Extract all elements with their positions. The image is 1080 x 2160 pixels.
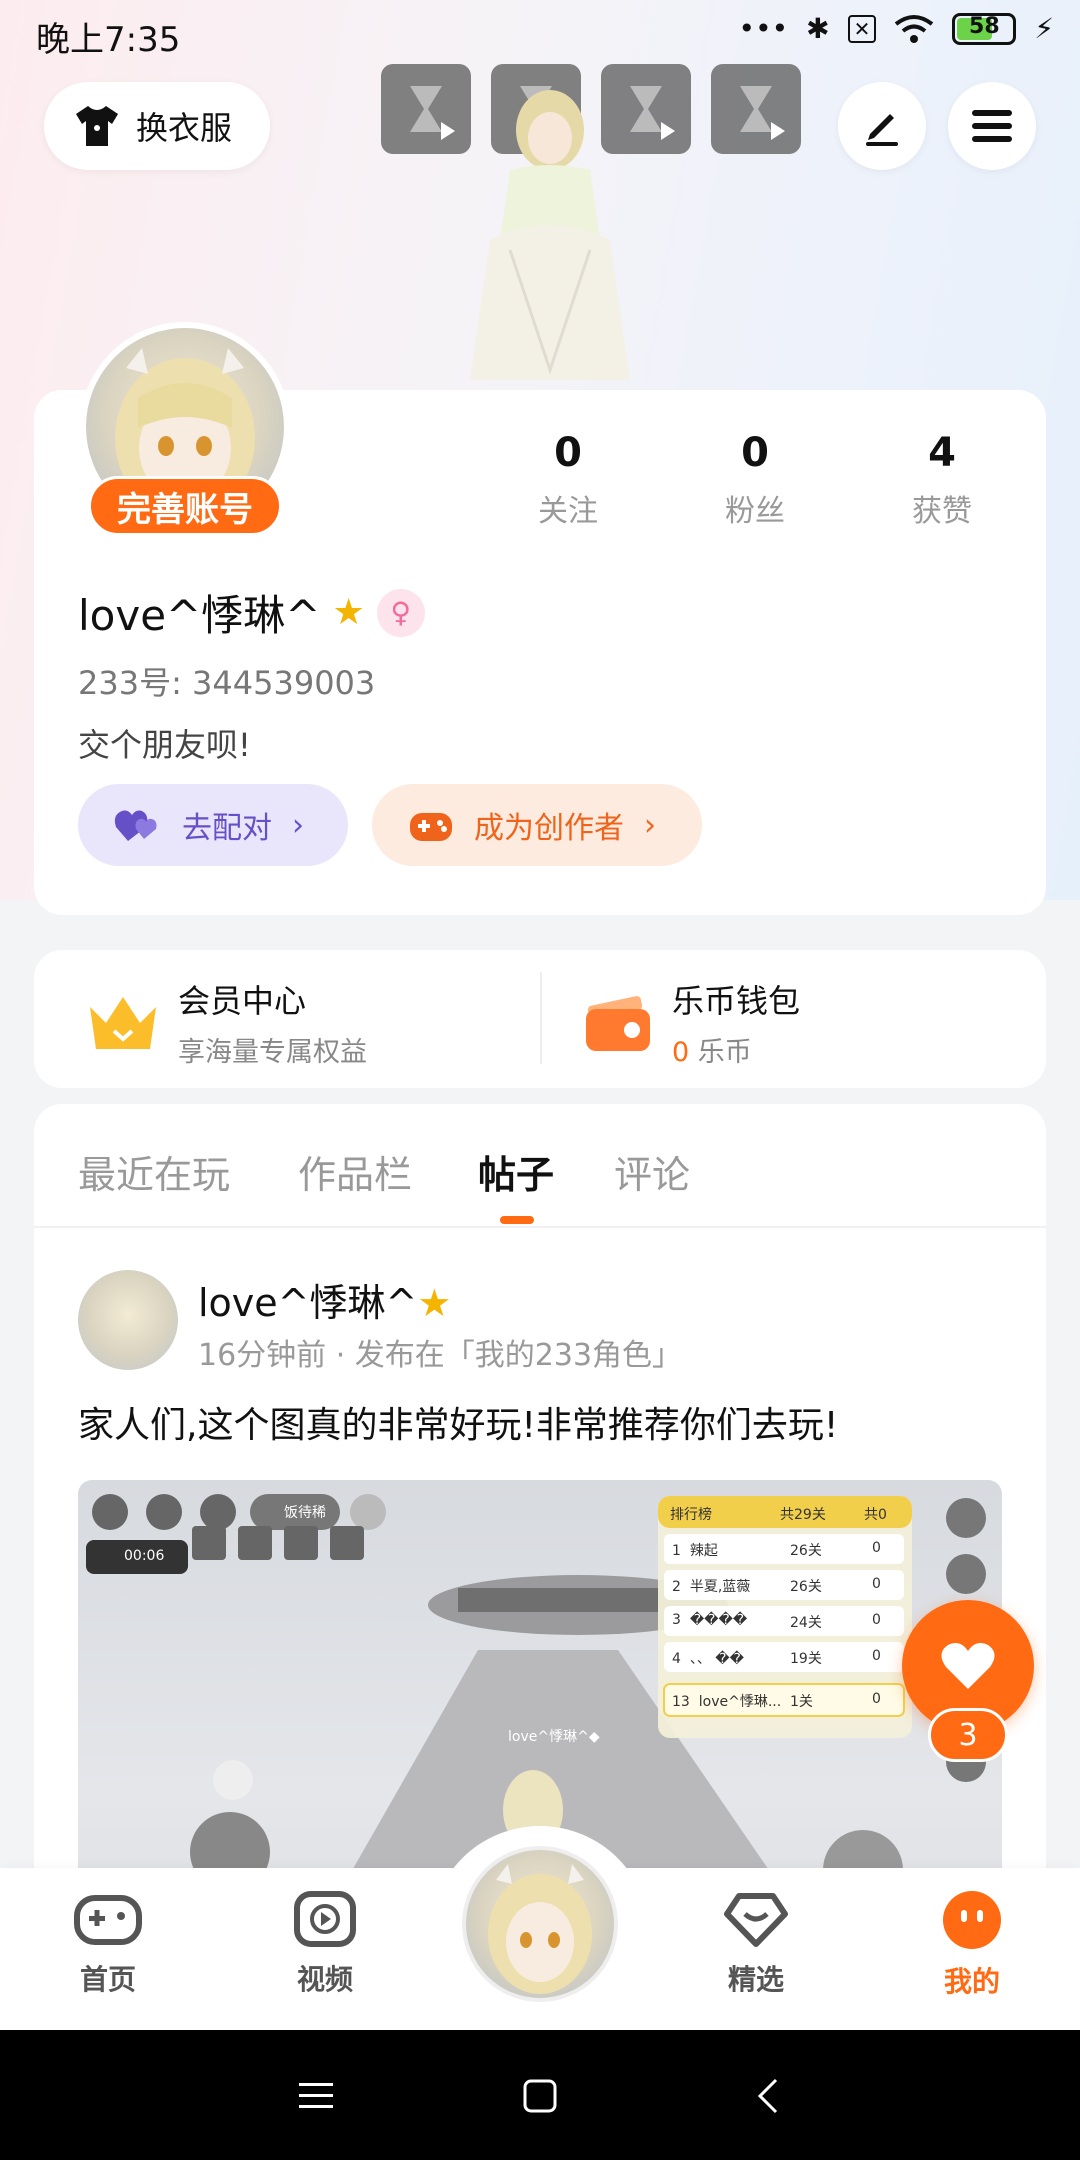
vip-wallet-card: 会员中心 享海量专属权益 乐币钱包 0 乐币 [34, 950, 1046, 1088]
post-meta: 16分钟前 · 发布在「我的233角色」 [198, 1338, 683, 1373]
edit-profile-button[interactable] [838, 82, 926, 170]
square-icon [523, 2079, 557, 2113]
gamepad-icon [74, 1895, 142, 1945]
smiley-face-icon [943, 1891, 1001, 1949]
post-author-avatar[interactable] [78, 1270, 178, 1370]
crown-icon [90, 996, 156, 1049]
change-outfit-button[interactable]: 换衣服 [44, 82, 270, 170]
menu-button[interactable] [948, 82, 1036, 170]
ranking-total: 共29关 [780, 1507, 826, 1523]
wifi-icon [895, 14, 934, 43]
nav-home[interactable]: 首页 [38, 1890, 178, 1998]
divider [540, 972, 542, 1064]
sim-off-icon: ✕ [847, 14, 877, 43]
charging-icon: ⚡ [1034, 12, 1054, 45]
avatar-portrait [488, 1864, 592, 1994]
wallet-title: 乐币钱包 [672, 982, 801, 1020]
stat-likes[interactable]: 4 获赞 [872, 430, 1012, 530]
nav-avatar-center[interactable] [462, 1846, 618, 2002]
member-subtitle: 享海量专属权益 [178, 1037, 367, 1068]
ranking-coins: 0 [872, 1540, 881, 1556]
username: love^悸琳^ ★ ♀ [78, 582, 425, 643]
ranking-row: 1 辣起 [672, 1543, 718, 1559]
member-title: 会员中心 [178, 982, 307, 1020]
female-gender-icon: ♀ [376, 588, 425, 637]
menu-icon [299, 2083, 333, 2108]
battery-icon: 58 [952, 12, 1017, 45]
wallet[interactable]: 乐币钱包 0 乐币 [584, 976, 800, 1069]
tab-recent-play[interactable]: 最近在玩 [78, 1144, 230, 1199]
tab-indicator [500, 1216, 534, 1224]
tab-works[interactable]: 作品栏 [298, 1144, 412, 1199]
post-author-name[interactable]: love^悸琳^★ [198, 1272, 451, 1327]
stat-following[interactable]: 0 关注 [498, 430, 638, 530]
stat-followers[interactable]: 0 粉丝 [685, 430, 825, 530]
username-text: love^悸琳^ [78, 591, 321, 640]
hourglass-icon [740, 86, 772, 132]
ranking-coins: 0 [872, 1648, 881, 1664]
chevron-right-icon: › [644, 807, 656, 843]
ranking-row: 4 、、 �� [672, 1651, 744, 1667]
recording-timer: 00:06 [124, 1548, 165, 1564]
chevron-right-icon: › [292, 807, 304, 843]
player-name-tag: 饭待稀 [284, 1505, 326, 1521]
nav-mine[interactable]: 我的 [902, 1890, 1042, 2000]
bluetooth-icon: ✱ [806, 12, 830, 45]
gamepad-icon [410, 813, 452, 841]
more-icon: ••• [738, 12, 789, 45]
match-button[interactable]: 去配对 › [78, 784, 348, 866]
ranking-level: 1关 [790, 1694, 813, 1710]
home-button[interactable] [510, 2066, 570, 2126]
menu-icon [972, 110, 1012, 142]
member-center[interactable]: 会员中心 享海量专属权益 [86, 976, 367, 1069]
like-count-badge: 3 [928, 1708, 1008, 1762]
tab-comments[interactable]: 评论 [614, 1144, 690, 1199]
ranking-level: 26关 [790, 1543, 822, 1559]
wallet-balance: 0 乐币 [672, 1037, 752, 1068]
profile-tabs: 最近在玩 作品栏 帖子 评论 [34, 1104, 1046, 1228]
ranking-coins: 0 [872, 1691, 881, 1707]
ranking-coins: 0 [872, 1612, 881, 1628]
user-bio: 交个朋友呗! [78, 726, 251, 764]
emote-button-4[interactable] [711, 64, 801, 154]
nav-video[interactable]: 视频 [255, 1890, 395, 1998]
user-id: 233号: 344539003 [78, 664, 376, 702]
creator-label: 成为创作者 [474, 811, 624, 846]
nav-featured[interactable]: 精选 [686, 1890, 826, 1998]
ranking-row: 2 半夏,蓝薇 [672, 1579, 751, 1595]
heart-icon [941, 1643, 995, 1689]
ranking-level: 19关 [790, 1651, 822, 1667]
post-text[interactable]: 家人们,这个图真的非常好玩!非常推荐你们去玩! [78, 1396, 838, 1448]
wallet-icon [586, 995, 650, 1051]
ranking-level: 24关 [790, 1615, 822, 1631]
ranking-title: 排行榜 [670, 1507, 712, 1523]
ranking-coins: 0 [872, 1576, 881, 1592]
hearts-icon [114, 810, 157, 841]
pen-icon [866, 114, 898, 146]
recent-apps-button[interactable] [286, 2066, 346, 2126]
back-button[interactable] [738, 2066, 798, 2126]
ranking-row: 3 ���� [672, 1612, 748, 1628]
status-time: 晚上7:35 [36, 20, 181, 60]
complete-account-button[interactable]: 完善账号 [88, 476, 282, 536]
video-play-icon [294, 1891, 356, 1947]
become-creator-button[interactable]: 成为创作者 › [372, 784, 702, 866]
match-label: 去配对 [182, 811, 272, 846]
star-badge-icon: ★ [417, 1281, 452, 1325]
character-nameplate: love^悸琳^◆ [508, 1729, 600, 1745]
change-outfit-label: 换衣服 [136, 109, 233, 147]
status-bar: 晚上7:35 ••• ✱ ✕ 58 ⚡ [0, 0, 1080, 66]
system-navigation-bar [0, 2030, 1080, 2160]
tab-posts[interactable]: 帖子 [478, 1144, 554, 1199]
star-badge-icon: ★ [332, 592, 365, 633]
shirt-icon [76, 106, 118, 146]
back-arrow-icon [757, 2078, 778, 2114]
ranking-coin-total: 共0 [864, 1507, 887, 1523]
heart-diamond-icon [724, 1893, 788, 1947]
ranking-level: 26关 [790, 1579, 822, 1595]
avatar-character-3d[interactable] [440, 90, 660, 390]
ranking-row-self: 13 love^悸琳... [672, 1694, 782, 1710]
